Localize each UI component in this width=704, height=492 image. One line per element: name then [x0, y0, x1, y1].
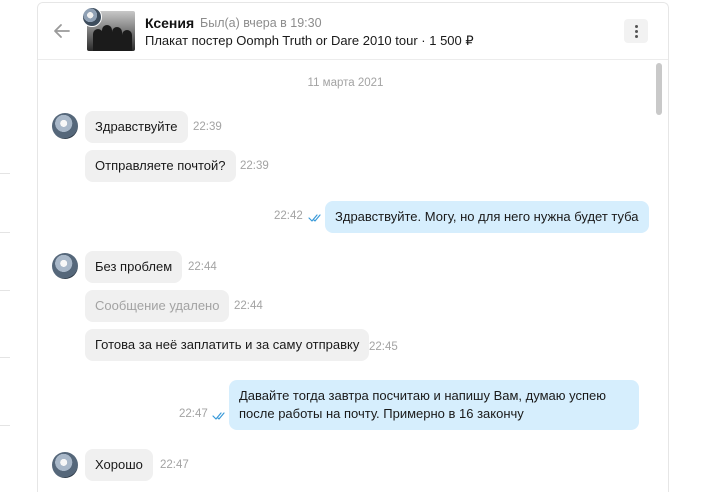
contact-name[interactable]: Ксения [145, 15, 194, 31]
rail-divider [0, 425, 10, 426]
back-button[interactable] [52, 21, 72, 41]
message-time: 22:45 [369, 341, 398, 353]
more-options-button[interactable] [624, 19, 648, 43]
message-bubble-incoming: Здравствуйте [85, 111, 188, 143]
listing-price: 1 500 ₽ [429, 33, 474, 48]
left-rail [0, 0, 12, 491]
message-time: 22:47 [179, 408, 208, 420]
double-check-icon [212, 412, 225, 420]
sender-avatar[interactable] [52, 452, 78, 478]
rail-divider [0, 290, 10, 291]
rail-divider [0, 232, 10, 233]
message-time: 22:44 [188, 261, 217, 273]
rail-divider [0, 357, 10, 358]
listing-separator: · [417, 33, 430, 48]
double-check-icon [308, 214, 321, 222]
listing-info[interactable]: Плакат постер Oomph Truth or Dare 2010 t… [145, 33, 474, 49]
message-bubble-outgoing: Здравствуйте. Могу, но для него нужна бу… [325, 201, 649, 233]
message-time: 22:39 [240, 160, 269, 172]
message-bubble-incoming: Готова за неё заплатить и за саму отправ… [85, 329, 370, 361]
message-bubble-outgoing: Давайте тогда завтра посчитаю и напишу В… [229, 380, 639, 430]
message-time: 22:39 [193, 121, 222, 133]
back-arrow-icon [54, 24, 70, 38]
rail-divider [0, 173, 10, 174]
last-seen-status: Был(а) вчера в 19:30 [200, 16, 322, 30]
message-bubble-incoming: Без проблем [85, 251, 183, 283]
listing-title: Плакат постер Oomph Truth or Dare 2010 t… [145, 33, 418, 48]
sender-avatar[interactable] [52, 253, 78, 279]
sender-avatar[interactable] [52, 113, 78, 139]
message-time: 22:47 [160, 459, 189, 471]
message-time: 22:42 [274, 210, 303, 222]
scrollbar-track[interactable] [653, 59, 665, 492]
scrollbar-thumb[interactable] [656, 63, 662, 115]
chat-header: Ксения Был(а) вчера в 19:30 Плакат посте… [38, 3, 668, 60]
chat-panel: Ксения Был(а) вчера в 19:30 Плакат посте… [37, 2, 669, 492]
date-separator: 11 марта 2021 [307, 77, 384, 89]
contact-avatar[interactable] [82, 7, 102, 27]
message-bubble-incoming: Отправляете почтой? [85, 150, 236, 182]
message-time: 22:44 [234, 300, 263, 312]
message-bubble-deleted: Сообщение удалено [85, 290, 230, 322]
message-bubble-incoming: Хорошо [85, 449, 153, 481]
